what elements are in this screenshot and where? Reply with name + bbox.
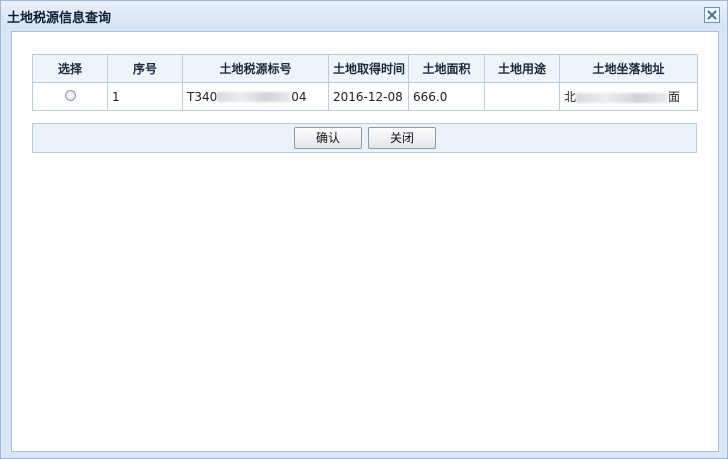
column-header-seq: 序号 xyxy=(107,54,183,83)
address-suffix: 面 xyxy=(668,90,681,104)
dialog-content: 选择 序号 土地税源标号 土地取得时间 土地面积 土地用途 土地坐落地址 1 T xyxy=(11,31,719,452)
close-icon[interactable] xyxy=(704,7,720,23)
usage-cell xyxy=(484,82,560,111)
tax-id-cell: T340 04 xyxy=(182,82,329,111)
table-header-row: 选择 序号 土地税源标号 土地取得时间 土地面积 土地用途 土地坐落地址 xyxy=(32,54,698,83)
redacted-address xyxy=(576,92,669,103)
tax-id-prefix: T340 xyxy=(187,89,218,104)
confirm-button[interactable]: 确认 xyxy=(294,127,362,149)
column-header-tax-id: 土地税源标号 xyxy=(182,54,329,83)
redacted-tax-id xyxy=(217,92,292,102)
column-header-area: 土地面积 xyxy=(408,54,485,83)
column-header-acquired: 土地取得时间 xyxy=(328,54,409,83)
acquired-cell: 2016-12-08 xyxy=(328,82,409,111)
close-button[interactable]: 关闭 xyxy=(368,127,436,149)
tax-id-suffix: 04 xyxy=(291,89,307,104)
area-cell: 666.0 xyxy=(408,82,485,111)
column-header-usage: 土地用途 xyxy=(484,54,560,83)
address-prefix: 北 xyxy=(564,90,577,104)
table-row[interactable]: 1 T340 04 2016-12-08 666.0 北面 xyxy=(32,82,698,111)
address-cell: 北面 xyxy=(559,82,698,111)
dialog: 土地税源信息查询 选择 序号 土地税源标号 土地取得时间 土地面积 土地用途 土… xyxy=(0,0,728,459)
seq-cell: 1 xyxy=(107,82,183,111)
select-cell xyxy=(32,82,108,111)
land-tax-table: 选择 序号 土地税源标号 土地取得时间 土地面积 土地用途 土地坐落地址 1 T xyxy=(32,54,698,111)
column-header-address: 土地坐落地址 xyxy=(559,54,698,83)
select-radio[interactable] xyxy=(64,89,76,101)
dialog-titlebar[interactable]: 土地税源信息查询 xyxy=(1,1,727,29)
dialog-title: 土地税源信息查询 xyxy=(7,11,112,26)
button-bar: 确认 关闭 xyxy=(32,123,697,153)
column-header-select: 选择 xyxy=(32,54,108,83)
